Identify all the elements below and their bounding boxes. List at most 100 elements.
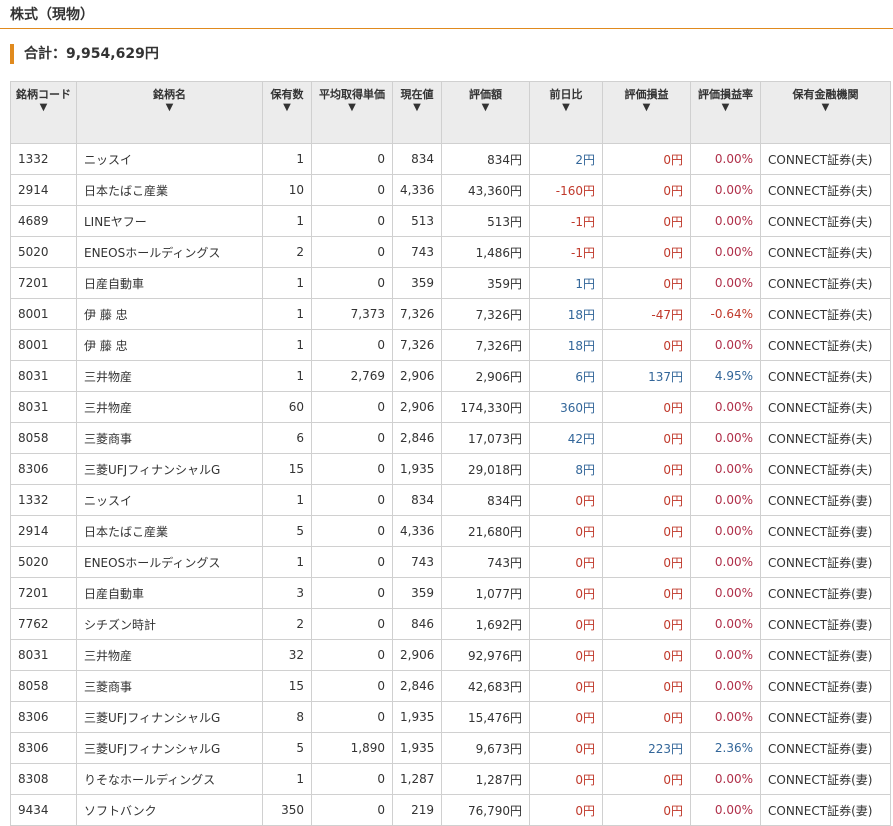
cell-name: 三菱商事 xyxy=(76,422,263,454)
cell-value: 29,018円 xyxy=(441,453,530,485)
cell-quantity: 15 xyxy=(262,453,312,485)
table-row: 8031 三井物産 1 2,769 2,906 2,906円 6円 137円 4.95% CONN… xyxy=(10,360,891,392)
cell-name: 日本たばこ産業 xyxy=(76,174,263,206)
header-price[interactable]: 現在値 ▼ xyxy=(392,81,442,144)
sort-arrow-icon[interactable]: ▼ xyxy=(314,102,390,114)
cell-pl-rate: 0.00% xyxy=(690,670,761,702)
title-divider xyxy=(0,28,893,29)
cell-institution: CONNECT証券(夫) xyxy=(760,422,891,454)
cell-name: 三井物産 xyxy=(76,639,263,671)
cell-price: 846 xyxy=(392,608,442,640)
cell-profit-loss: 0円 xyxy=(602,515,691,547)
cell-price: 7,326 xyxy=(392,298,442,330)
header-name[interactable]: 銘柄名 ▼ xyxy=(76,81,263,144)
cell-profit-loss: 0円 xyxy=(602,670,691,702)
table-row: 5020 ENEOSホールディングス 1 0 743 743円 0円 0円 0.00% CONNE… xyxy=(10,546,891,578)
header-label: 銘柄名 xyxy=(153,88,186,101)
sort-arrow-icon[interactable]: ▼ xyxy=(532,102,600,114)
cell-quantity: 1 xyxy=(262,546,312,578)
cell-value: 174,330円 xyxy=(441,391,530,423)
cell-institution: CONNECT証券(妻) xyxy=(760,732,891,764)
header-profit-loss[interactable]: 評価損益 ▼ xyxy=(602,81,691,144)
sort-arrow-icon[interactable]: ▼ xyxy=(693,102,758,114)
cell-avg-cost: 0 xyxy=(311,205,393,237)
cell-value: 76,790円 xyxy=(441,794,530,826)
cell-price: 2,846 xyxy=(392,670,442,702)
cell-avg-cost: 0 xyxy=(311,236,393,268)
cell-profit-loss: 0円 xyxy=(602,577,691,609)
sort-arrow-icon[interactable]: ▼ xyxy=(13,102,74,114)
cell-avg-cost: 0 xyxy=(311,422,393,454)
header-code[interactable]: 銘柄コード ▼ xyxy=(10,81,77,144)
cell-name: 三菱商事 xyxy=(76,670,263,702)
cell-quantity: 1 xyxy=(262,205,312,237)
header-label: 評価額 xyxy=(469,88,502,101)
header-quantity[interactable]: 保有数 ▼ xyxy=(262,81,312,144)
table-row: 4689 LINEヤフー 1 0 513 513円 -1円 0円 0.00% CONNECT証券(… xyxy=(10,205,891,237)
sort-arrow-icon[interactable]: ▼ xyxy=(444,102,527,114)
cell-pl-rate: -0.64% xyxy=(690,298,761,330)
table-row: 2914 日本たばこ産業 5 0 4,336 21,680円 0円 0円 0.00% CONNEC… xyxy=(10,515,891,547)
sort-arrow-icon[interactable]: ▼ xyxy=(265,102,309,114)
cell-avg-cost: 0 xyxy=(311,515,393,547)
header-pl-rate[interactable]: 評価損益率 ▼ xyxy=(690,81,761,144)
table-row: 1332 ニッスイ 1 0 834 834円 2円 0円 0.00% CONNECT証券(夫) xyxy=(10,143,891,175)
cell-avg-cost: 0 xyxy=(311,453,393,485)
table-row: 8308 りそなホールディングス 1 0 1,287 1,287円 0円 0円 0.00% CON… xyxy=(10,763,891,795)
cell-name: シチズン時計 xyxy=(76,608,263,640)
header-change[interactable]: 前日比 ▼ xyxy=(529,81,603,144)
cell-value: 7,326円 xyxy=(441,298,530,330)
header-value[interactable]: 評価額 ▼ xyxy=(441,81,530,144)
cell-name: 三菱UFJフィナンシャルG xyxy=(76,453,263,485)
header-institution[interactable]: 保有金融機関 ▼ xyxy=(760,81,891,144)
header-label: 保有金融機関 xyxy=(792,88,859,101)
cell-value: 7,326円 xyxy=(441,329,530,361)
cell-quantity: 1 xyxy=(262,298,312,330)
cell-avg-cost: 2,769 xyxy=(311,360,393,392)
sort-arrow-icon[interactable]: ▼ xyxy=(395,102,439,114)
cell-pl-rate: 0.00% xyxy=(690,639,761,671)
header-avg-cost[interactable]: 平均取得単価 ▼ xyxy=(311,81,393,144)
sort-arrow-icon[interactable]: ▼ xyxy=(79,102,260,114)
cell-profit-loss: 0円 xyxy=(602,267,691,299)
cell-name: 伊 藤 忠 xyxy=(76,298,263,330)
cell-price: 2,846 xyxy=(392,422,442,454)
cell-quantity: 1 xyxy=(262,484,312,516)
sort-arrow-icon[interactable]: ▼ xyxy=(605,102,688,114)
cell-profit-loss: 0円 xyxy=(602,236,691,268)
table-row: 7201 日産自動車 1 0 359 359円 1円 0円 0.00% CONNECT証券(夫) xyxy=(10,267,891,299)
cell-quantity: 1 xyxy=(262,329,312,361)
section-title: 株式（現物） xyxy=(10,7,94,23)
cell-value: 17,073円 xyxy=(441,422,530,454)
cell-name: 三菱UFJフィナンシャルG xyxy=(76,732,263,764)
cell-pl-rate: 0.00% xyxy=(690,515,761,547)
cell-quantity: 1 xyxy=(262,763,312,795)
cell-price: 359 xyxy=(392,267,442,299)
cell-change: 0円 xyxy=(529,608,603,640)
cell-change: 0円 xyxy=(529,701,603,733)
cell-name: ENEOSホールディングス xyxy=(76,236,263,268)
cell-profit-loss: 0円 xyxy=(602,701,691,733)
cell-pl-rate: 0.00% xyxy=(690,763,761,795)
cell-pl-rate: 0.00% xyxy=(690,236,761,268)
cell-value: 513円 xyxy=(441,205,530,237)
cell-avg-cost: 0 xyxy=(311,546,393,578)
cell-pl-rate: 0.00% xyxy=(690,608,761,640)
cell-change: 0円 xyxy=(529,670,603,702)
cell-code: 8031 xyxy=(10,360,77,392)
cell-pl-rate: 0.00% xyxy=(690,701,761,733)
cell-change: 0円 xyxy=(529,546,603,578)
cell-name: 三菱UFJフィナンシャルG xyxy=(76,701,263,733)
cell-price: 2,906 xyxy=(392,360,442,392)
cell-change: 18円 xyxy=(529,329,603,361)
cell-quantity: 1 xyxy=(262,360,312,392)
cell-profit-loss: 0円 xyxy=(602,794,691,826)
sort-arrow-icon[interactable]: ▼ xyxy=(763,102,888,114)
cell-quantity: 8 xyxy=(262,701,312,733)
table-row: 8001 伊 藤 忠 1 7,373 7,326 7,326円 18円 -47円 -0.64% C… xyxy=(10,298,891,330)
cell-change: -1円 xyxy=(529,205,603,237)
cell-pl-rate: 0.00% xyxy=(690,205,761,237)
cell-pl-rate: 0.00% xyxy=(690,794,761,826)
cell-institution: CONNECT証券(夫) xyxy=(760,143,891,175)
cell-avg-cost: 1,890 xyxy=(311,732,393,764)
